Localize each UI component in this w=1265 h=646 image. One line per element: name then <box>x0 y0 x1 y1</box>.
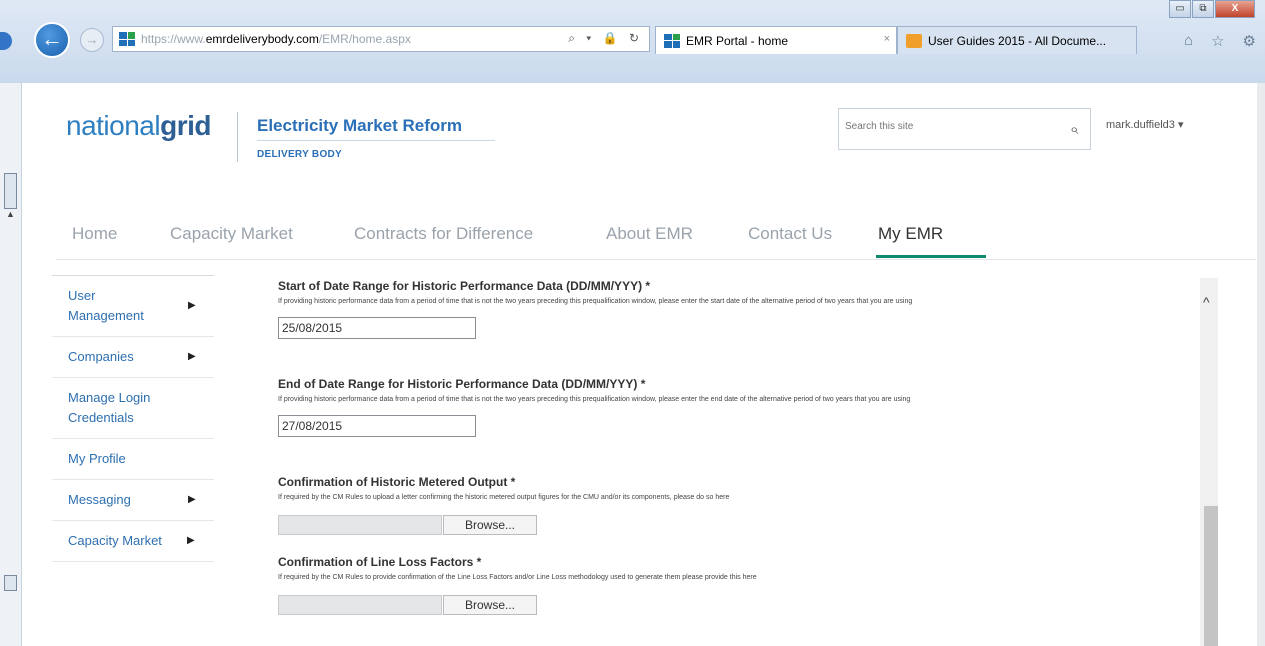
sidebar-item-label: Companies <box>68 349 134 364</box>
metered-output-field-group: Confirmation of Historic Metered Output … <box>278 475 1158 535</box>
sidebar-item-label: User Management <box>68 288 144 323</box>
arrow-right-icon: ▶ <box>188 494 196 505</box>
metered-output-file-row: Browse... <box>278 515 1158 535</box>
title-underline <box>257 140 495 141</box>
logo-divider <box>237 112 238 162</box>
scroll-up-icon[interactable]: ^ <box>1203 294 1210 310</box>
search-icon[interactable]: ⌕ <box>1070 121 1078 138</box>
browser-toolbar-right: ⌂ ☆ ⚙ <box>1175 32 1265 56</box>
start-date-input[interactable] <box>278 317 476 339</box>
ie-edge-icon <box>0 32 12 50</box>
left-browser-rail: ▲ <box>0 83 22 646</box>
site-search: ⌕ <box>838 108 1091 150</box>
national-grid-logo[interactable]: nationalgrid <box>66 110 211 142</box>
sidebar-item-manage-login-credentials[interactable]: Manage Login Credentials <box>52 378 214 439</box>
end-date-help: If providing historic performance data f… <box>278 396 911 403</box>
nav-contact-us[interactable]: Contact Us <box>748 224 832 244</box>
tab-label: EMR Portal - home <box>686 33 789 48</box>
site-title[interactable]: Electricity Market Reform <box>257 116 462 136</box>
browser-chrome: ▭ ⧉ X ← → https://www.emrdeliverybody.co… <box>0 0 1265 83</box>
forward-button[interactable]: → <box>80 28 104 52</box>
tab-user-guides[interactable]: User Guides 2015 - All Docume... <box>897 26 1137 54</box>
sidebar-item-my-profile[interactable]: My Profile <box>52 439 214 480</box>
scroll-thumb[interactable] <box>1204 506 1218 646</box>
top-navigation: Home Capacity Market Contracts for Diffe… <box>56 220 1256 260</box>
end-date-input[interactable] <box>278 415 476 437</box>
sidebar: User Management ▶ Companies ▶ Manage Log… <box>52 275 214 562</box>
url-text: https://www.emrdeliverybody.com/EMR/home… <box>141 32 411 46</box>
user-menu[interactable]: mark.duffield3 ▾ <box>1106 118 1183 131</box>
line-loss-browse-button[interactable]: Browse... <box>443 595 537 615</box>
address-bar[interactable]: https://www.emrdeliverybody.com/EMR/home… <box>112 26 650 52</box>
site-favicon-icon <box>119 32 135 46</box>
gear-icon[interactable]: ⚙ <box>1243 32 1256 56</box>
tab-close-icon[interactable]: × <box>884 33 890 45</box>
home-icon[interactable]: ⌂ <box>1184 32 1193 56</box>
minimize-button[interactable]: ▭ <box>1169 0 1191 18</box>
arrow-right-icon: ▶ <box>187 535 195 546</box>
metered-output-help: If required by the CM Rules to upload a … <box>278 494 730 501</box>
tab-favicon-icon <box>664 33 680 48</box>
sidebar-item-companies[interactable]: Companies ▶ <box>52 337 214 378</box>
favorites-star-icon[interactable]: ☆ <box>1211 32 1224 56</box>
nav-active-indicator <box>876 255 986 258</box>
nav-home[interactable]: Home <box>72 224 117 244</box>
window-controls: ▭ ⧉ X <box>1168 0 1255 18</box>
line-loss-file-row: Browse... <box>278 595 1158 615</box>
metered-output-browse-button[interactable]: Browse... <box>443 515 537 535</box>
start-date-label: Start of Date Range for Historic Perform… <box>278 279 651 293</box>
sidebar-item-user-management[interactable]: User Management ▶ <box>52 276 214 337</box>
restore-button[interactable]: ⧉ <box>1192 0 1214 18</box>
start-date-help: If providing historic performance data f… <box>278 298 913 305</box>
rail-up-arrow-icon[interactable]: ▲ <box>6 209 15 219</box>
line-loss-label: Confirmation of Line Loss Factors * <box>278 555 482 569</box>
arrow-right-icon: ▶ <box>188 351 196 362</box>
url-domain: emrdeliverybody.com <box>205 32 319 46</box>
url-path: /EMR/home.aspx <box>318 32 411 46</box>
rail-bottom-handle[interactable] <box>4 575 17 591</box>
end-date-field-group: End of Date Range for Historic Performan… <box>278 377 1158 437</box>
tab-emr-portal[interactable]: EMR Portal - home × <box>655 26 897 54</box>
sidebar-item-label: Capacity Market <box>68 533 162 548</box>
metered-output-label: Confirmation of Historic Metered Output … <box>278 475 516 489</box>
search-input[interactable] <box>845 121 1045 132</box>
url-prefix: https://www. <box>141 32 206 46</box>
line-loss-help: If required by the CM Rules to provide c… <box>278 574 757 581</box>
sidebar-item-messaging[interactable]: Messaging ▶ <box>52 480 214 521</box>
rail-grip-handle[interactable] <box>4 173 17 209</box>
tab-label: User Guides 2015 - All Docume... <box>928 33 1107 48</box>
end-date-label: End of Date Range for Historic Performan… <box>278 377 646 391</box>
start-date-field-group: Start of Date Range for Historic Perform… <box>278 279 1158 339</box>
folder-icon <box>906 33 922 48</box>
window-right-edge <box>1257 83 1265 646</box>
close-window-button[interactable]: X <box>1215 0 1255 18</box>
sidebar-item-label: My Profile <box>68 451 126 466</box>
metered-output-file-path[interactable] <box>278 515 442 535</box>
nav-my-emr[interactable]: My EMR <box>878 224 943 244</box>
browser-nav-row: ← → https://www.emrdeliverybody.com/EMR/… <box>0 20 1265 60</box>
nav-contracts-for-difference[interactable]: Contracts for Difference <box>354 224 533 244</box>
line-loss-field-group: Confirmation of Line Loss Factors * If r… <box>278 555 1158 615</box>
back-button[interactable]: ← <box>34 22 70 58</box>
logo-bold-text: grid <box>160 110 211 141</box>
form-scrollbar[interactable]: ^ <box>1200 278 1218 646</box>
arrow-right-icon: ▶ <box>188 300 196 311</box>
line-loss-file-path[interactable] <box>278 595 442 615</box>
address-tools-icon[interactable]: ⌕ ▾ 🔒 ↻ <box>568 31 643 46</box>
nav-capacity-market[interactable]: Capacity Market <box>170 224 293 244</box>
site-subtitle: DELIVERY BODY <box>257 149 343 160</box>
sidebar-item-label: Messaging <box>68 492 131 507</box>
nav-about-emr[interactable]: About EMR <box>606 224 693 244</box>
logo-light-text: national <box>66 110 161 141</box>
sidebar-item-label: Manage Login Credentials <box>68 390 151 425</box>
sidebar-item-capacity-market[interactable]: Capacity Market ▶ <box>52 521 214 562</box>
